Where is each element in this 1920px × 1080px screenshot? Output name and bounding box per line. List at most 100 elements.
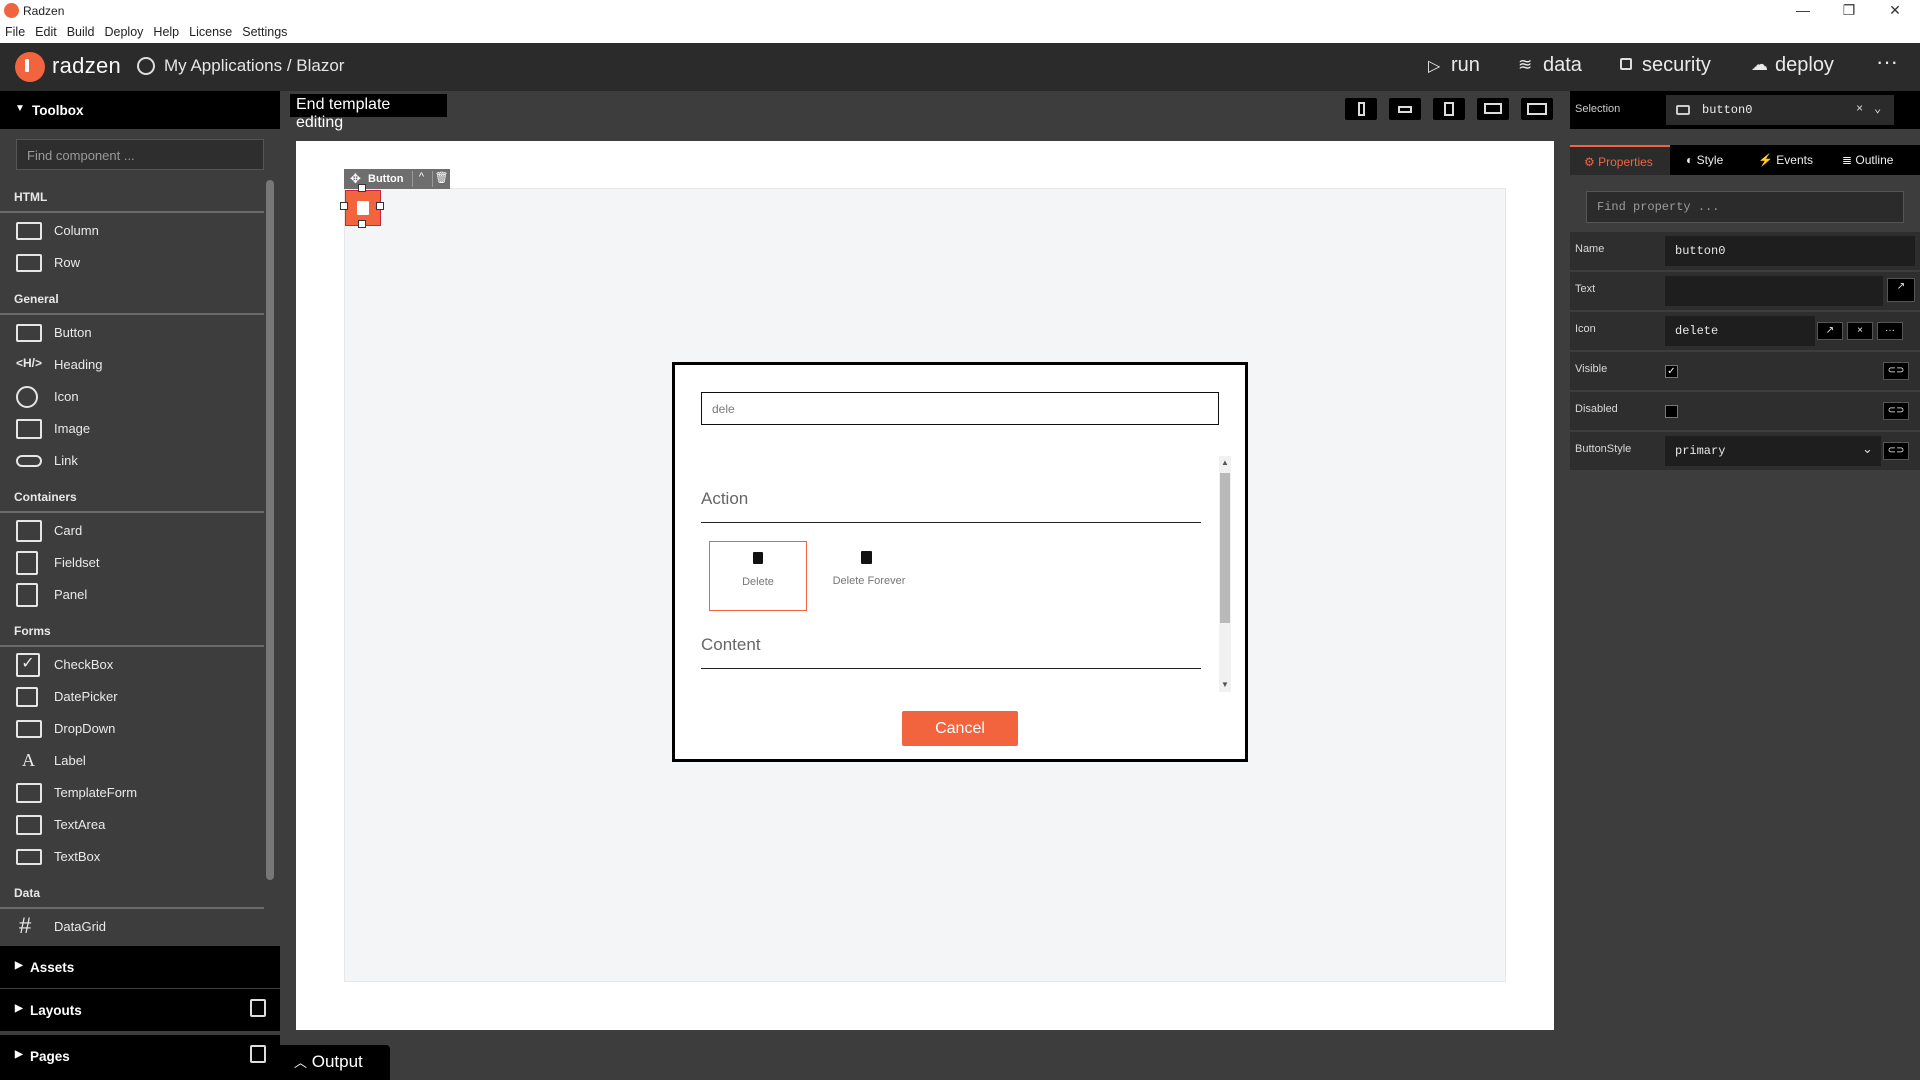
minimize-button[interactable]: — [1780, 0, 1826, 22]
breadcrumb[interactable]: My Applications / Blazor [164, 56, 344, 76]
nav-run[interactable]: run [1451, 54, 1480, 77]
nav-data[interactable]: data [1543, 54, 1582, 77]
open-editor-icon[interactable]: ↗ [1887, 278, 1915, 302]
end-template-editing-button[interactable]: End template editing [290, 94, 447, 131]
toolbox-item-image[interactable]: Image [0, 414, 264, 444]
menu-deploy[interactable]: Deploy [100, 22, 149, 39]
selection-dropdown[interactable]: button0 × ⌄ [1666, 95, 1894, 125]
toolbox-item-checkbox[interactable]: ✓ CheckBox [0, 650, 264, 680]
form-icon [16, 783, 42, 803]
scroll-down-icon[interactable]: ▼ [1221, 680, 1229, 689]
trash-icon[interactable]: 🗑 [432, 171, 450, 187]
bind-icon[interactable]: ⊂⊃ [1883, 402, 1909, 420]
output-tab[interactable]: ︿ Output [280, 1045, 390, 1080]
column-icon [16, 222, 42, 240]
resize-handle[interactable] [340, 202, 348, 210]
resize-handle[interactable] [376, 202, 384, 210]
tab-events[interactable]: ⚡ Events [1758, 145, 1813, 175]
icon-option-delete-forever[interactable]: Delete Forever [820, 541, 918, 611]
toolbox-item-datagrid[interactable]: # DataGrid [0, 912, 264, 942]
toolbox-item-fieldset[interactable]: Fieldset [0, 548, 264, 578]
tab-style[interactable]: ◐ Style [1686, 145, 1723, 175]
visible-checkbox[interactable]: ✓ [1665, 365, 1678, 378]
clear-icon[interactable]: × [1847, 322, 1873, 340]
layouts-section[interactable]: ▶ Layouts [0, 989, 280, 1031]
category-general: General [14, 292, 59, 306]
toolbox-item-textarea[interactable]: TextArea [0, 810, 264, 840]
chevron-down-icon[interactable]: ⌄ [1874, 101, 1881, 116]
toolbox-item-column[interactable]: Column [0, 216, 264, 246]
menu-settings[interactable]: Settings [237, 22, 292, 39]
property-search-input[interactable]: Find property ... [1586, 191, 1904, 223]
resize-handle[interactable] [358, 220, 366, 228]
menu-file[interactable]: File [0, 22, 30, 39]
icon-field[interactable]: delete [1665, 316, 1815, 346]
item-label: Image [54, 421, 91, 436]
device-desktop-button[interactable] [1521, 98, 1553, 120]
divider [0, 511, 264, 513]
toolbox-item-label[interactable]: A Label [0, 746, 264, 776]
menu-build[interactable]: Build [62, 22, 100, 39]
toolbox-item-card[interactable]: Card [0, 516, 264, 546]
toolbox-item-panel[interactable]: Panel [0, 580, 264, 610]
pages-section[interactable]: ▶ Pages [0, 1035, 280, 1080]
output-label: Output [311, 1052, 363, 1071]
device-phone-landscape-button[interactable] [1389, 98, 1421, 120]
more-menu-button[interactable]: ··· [1876, 49, 1898, 75]
add-layout-icon[interactable] [250, 999, 266, 1017]
more-options-icon[interactable]: ··· [1877, 322, 1903, 340]
nav-deploy[interactable]: deploy [1775, 54, 1834, 77]
icon-option-delete[interactable]: Delete [709, 541, 807, 611]
toolbox-item-heading[interactable]: <H/> Heading [0, 350, 264, 380]
device-phone-button[interactable] [1345, 98, 1377, 120]
toolbox-item-dropdown[interactable]: DropDown [0, 714, 264, 744]
toolbox-item-templateform[interactable]: TemplateForm [0, 778, 264, 808]
toolbox-scrollbar[interactable] [266, 180, 274, 880]
resize-handle[interactable] [358, 184, 366, 192]
select-parent-icon[interactable]: ^ [412, 171, 430, 187]
toolbox-item-icon[interactable]: Icon [0, 382, 264, 412]
device-tablet-button[interactable] [1433, 98, 1465, 120]
nav-security[interactable]: security [1642, 54, 1711, 77]
section-label: Pages [30, 1049, 70, 1064]
device-laptop-button[interactable] [1477, 98, 1509, 120]
dashboard-icon[interactable] [137, 57, 155, 75]
tab-outline[interactable]: ≣ Outline [1842, 145, 1893, 175]
buttonstyle-dropdown[interactable]: primary [1665, 436, 1881, 466]
dialog-scroll-thumb[interactable] [1220, 473, 1230, 623]
chevron-down-icon[interactable]: ⌄ [1862, 441, 1873, 457]
property-label: Text [1575, 283, 1596, 295]
menu-edit[interactable]: Edit [30, 22, 62, 39]
name-field[interactable]: button0 [1665, 236, 1915, 266]
toolbox-item-textbox[interactable]: TextBox [0, 842, 264, 872]
toolbox-header[interactable]: ▼ Toolbox [0, 91, 280, 129]
disabled-checkbox[interactable] [1665, 405, 1678, 418]
brand-name[interactable]: radzen [52, 53, 121, 79]
tab-properties[interactable]: ⚙ Properties [1570, 145, 1670, 175]
close-window-button[interactable]: ✕ [1872, 0, 1918, 22]
toolbox-item-datepicker[interactable]: DatePicker [0, 682, 264, 712]
open-icon-picker-icon[interactable]: ↗ [1817, 322, 1843, 340]
assets-section[interactable]: ▶ Assets [0, 946, 280, 988]
toolbox-item-link[interactable]: Link [0, 446, 264, 476]
component-search-input[interactable]: Find component ... [16, 139, 264, 170]
lock-icon [1620, 58, 1632, 70]
brand-logo-icon[interactable] [15, 52, 45, 82]
checkbox-icon: ✓ [16, 653, 40, 677]
menu-help[interactable]: Help [148, 22, 184, 39]
bolt-icon: ⚡ [1758, 153, 1773, 167]
clear-selection-icon[interactable]: × [1856, 102, 1863, 116]
toolbox-item-button[interactable]: Button [0, 318, 264, 348]
radzen-logo-icon [4, 3, 19, 18]
icon-search-input[interactable]: dele [701, 392, 1219, 425]
toolbox-item-row[interactable]: Row [0, 248, 264, 278]
add-page-icon[interactable] [250, 1045, 266, 1063]
scroll-up-icon[interactable]: ▲ [1221, 458, 1229, 467]
menu-license[interactable]: License [184, 22, 237, 39]
cancel-button[interactable]: Cancel [902, 711, 1018, 746]
bind-icon[interactable]: ⊂⊃ [1883, 362, 1909, 380]
restore-button[interactable]: ❐ [1826, 0, 1872, 22]
item-label: DropDown [54, 721, 116, 736]
text-field[interactable] [1665, 276, 1883, 306]
bind-icon[interactable]: ⊂⊃ [1883, 442, 1909, 460]
